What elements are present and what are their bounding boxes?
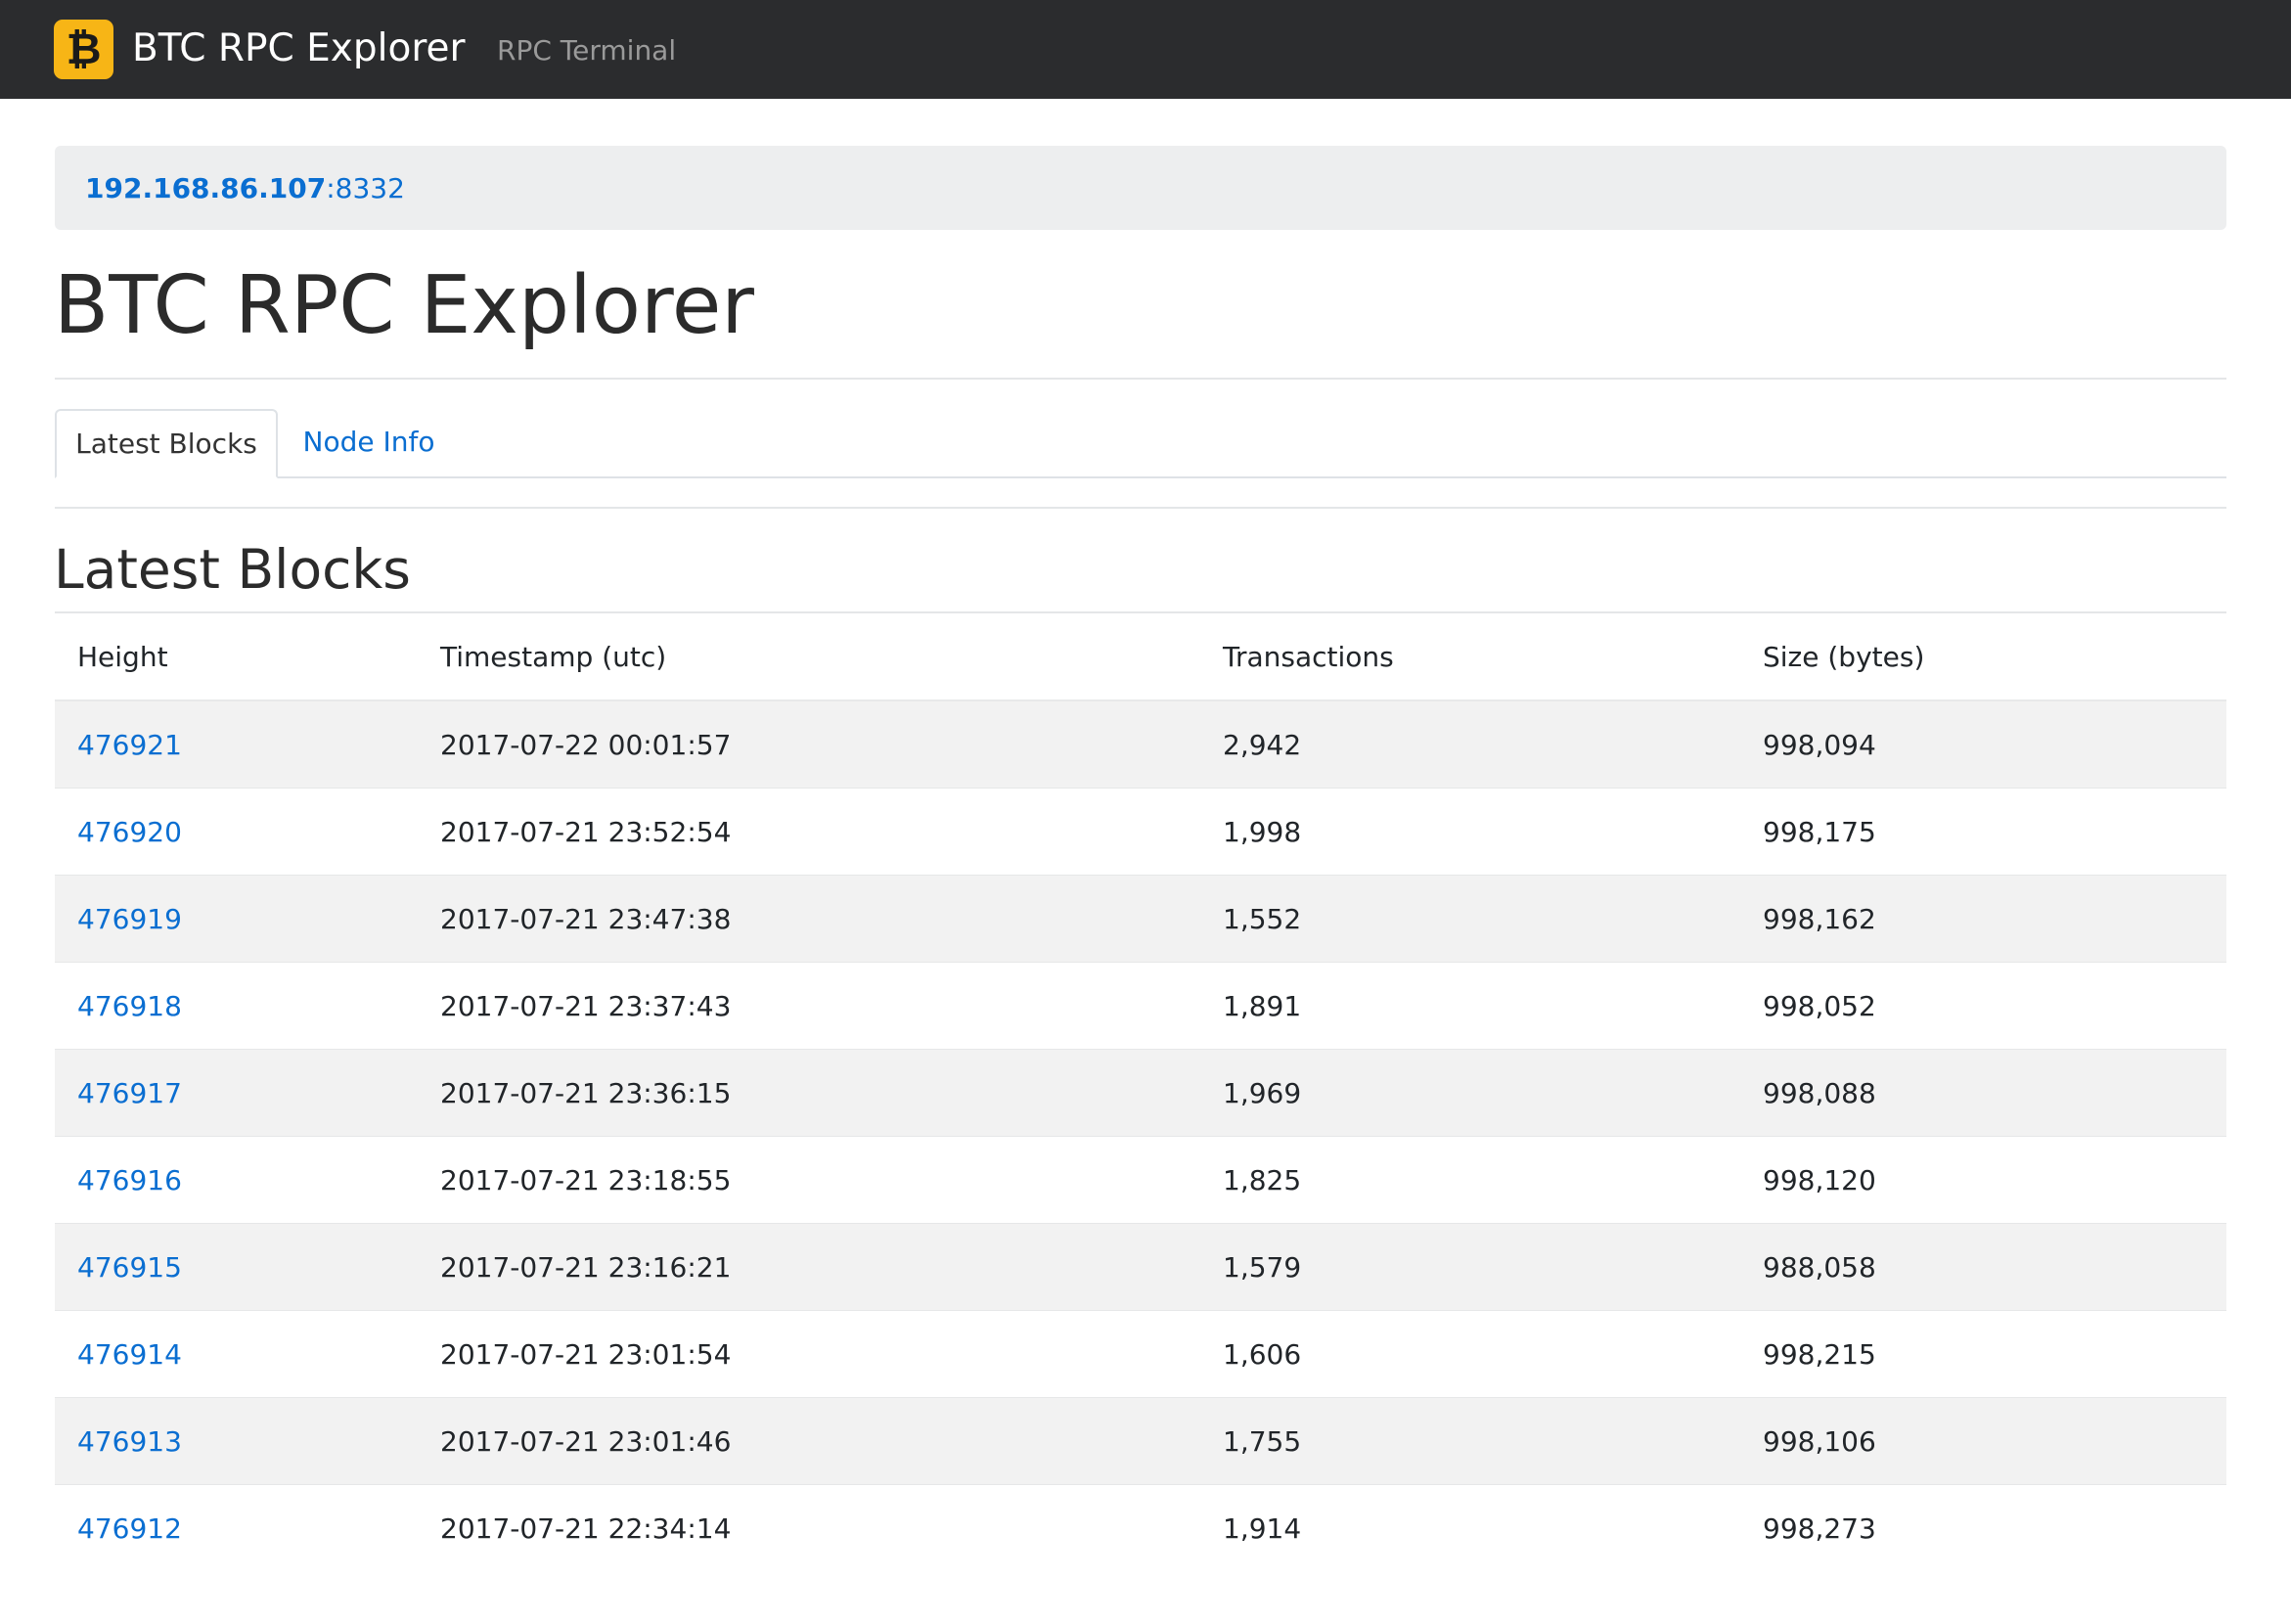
tab-node-info[interactable]: Node Info xyxy=(278,409,460,476)
node-address-link[interactable]: 192.168.86.107:8332 xyxy=(85,172,405,205)
cell-size: 998,088 xyxy=(1740,1049,2226,1137)
cell-timestamp: 2017-07-21 23:01:54 xyxy=(418,1310,1200,1398)
nav-link-rpc-terminal[interactable]: RPC Terminal xyxy=(497,33,676,68)
block-height-link[interactable]: 476913 xyxy=(77,1425,182,1458)
cell-size: 998,094 xyxy=(1740,699,2226,789)
table-row: 476915 2017-07-21 23:16:21 1,579 988,058 xyxy=(55,1223,2226,1311)
cell-timestamp: 2017-07-21 23:47:38 xyxy=(418,875,1200,963)
table-row: 476912 2017-07-21 22:34:14 1,914 998,273 xyxy=(55,1484,2226,1571)
cell-height: 476913 xyxy=(55,1397,418,1485)
block-height-link[interactable]: 476916 xyxy=(77,1164,182,1196)
node-port: :8332 xyxy=(326,172,405,204)
tab-bar: Latest Blocks Node Info xyxy=(55,409,2226,478)
table-row: 476919 2017-07-21 23:47:38 1,552 998,162 xyxy=(55,875,2226,963)
cell-timestamp: 2017-07-21 23:01:46 xyxy=(418,1397,1200,1485)
block-height-link[interactable]: 476917 xyxy=(77,1077,182,1109)
cell-transactions: 1,914 xyxy=(1200,1484,1740,1571)
cell-transactions: 2,942 xyxy=(1200,699,1740,789)
cell-height: 476918 xyxy=(55,962,418,1050)
column-header-height: Height xyxy=(55,613,418,701)
cell-size: 998,162 xyxy=(1740,875,2226,963)
node-address-bar: 192.168.86.107:8332 xyxy=(55,146,2226,230)
table-row: 476920 2017-07-21 23:52:54 1,998 998,175 xyxy=(55,788,2226,876)
cell-transactions: 1,825 xyxy=(1200,1136,1740,1224)
block-height-link[interactable]: 476918 xyxy=(77,990,182,1022)
cell-height: 476912 xyxy=(55,1484,418,1571)
cell-transactions: 1,969 xyxy=(1200,1049,1740,1137)
cell-height: 476916 xyxy=(55,1136,418,1224)
cell-size: 998,106 xyxy=(1740,1397,2226,1485)
block-height-link[interactable]: 476915 xyxy=(77,1251,182,1284)
table-row: 476914 2017-07-21 23:01:54 1,606 998,215 xyxy=(55,1310,2226,1398)
cell-transactions: 1,998 xyxy=(1200,788,1740,876)
table-row: 476921 2017-07-22 00:01:57 2,942 998,094 xyxy=(55,699,2226,789)
block-height-link[interactable]: 476919 xyxy=(77,903,182,935)
table-row: 476917 2017-07-21 23:36:15 1,969 998,088 xyxy=(55,1049,2226,1137)
column-header-timestamp: Timestamp (utc) xyxy=(418,613,1200,701)
cell-transactions: 1,579 xyxy=(1200,1223,1740,1311)
cell-transactions: 1,755 xyxy=(1200,1397,1740,1485)
column-header-transactions: Transactions xyxy=(1200,613,1740,701)
cell-height: 476921 xyxy=(55,699,418,789)
latest-blocks-table: Height Timestamp (utc) Transactions Size… xyxy=(55,613,2226,1571)
node-host: 192.168.86.107 xyxy=(85,172,327,204)
cell-height: 476920 xyxy=(55,788,418,876)
cell-transactions: 1,606 xyxy=(1200,1310,1740,1398)
cell-timestamp: 2017-07-22 00:01:57 xyxy=(418,699,1200,789)
cell-size: 998,215 xyxy=(1740,1310,2226,1398)
cell-transactions: 1,552 xyxy=(1200,875,1740,963)
top-navbar: ₿ BTC RPC Explorer RPC Terminal xyxy=(0,0,2291,99)
section-title: Latest Blocks xyxy=(54,538,411,601)
column-header-size: Size (bytes) xyxy=(1740,613,2226,701)
page-title: BTC RPC Explorer xyxy=(54,259,755,352)
cell-size: 998,052 xyxy=(1740,962,2226,1050)
bitcoin-icon[interactable]: ₿ xyxy=(54,20,113,79)
block-height-link[interactable]: 476921 xyxy=(77,729,182,761)
cell-timestamp: 2017-07-21 23:36:15 xyxy=(418,1049,1200,1137)
table-header-row: Height Timestamp (utc) Transactions Size… xyxy=(55,613,2226,701)
cell-timestamp: 2017-07-21 22:34:14 xyxy=(418,1484,1200,1571)
cell-timestamp: 2017-07-21 23:16:21 xyxy=(418,1223,1200,1311)
table-row: 476916 2017-07-21 23:18:55 1,825 998,120 xyxy=(55,1136,2226,1224)
cell-height: 476917 xyxy=(55,1049,418,1137)
cell-size: 998,120 xyxy=(1740,1136,2226,1224)
title-divider xyxy=(55,378,2226,380)
block-height-link[interactable]: 476912 xyxy=(77,1512,182,1545)
cell-size: 988,058 xyxy=(1740,1223,2226,1311)
cell-height: 476915 xyxy=(55,1223,418,1311)
brand-link[interactable]: BTC RPC Explorer xyxy=(132,23,466,74)
cell-height: 476914 xyxy=(55,1310,418,1398)
cell-timestamp: 2017-07-21 23:18:55 xyxy=(418,1136,1200,1224)
block-height-link[interactable]: 476914 xyxy=(77,1338,182,1371)
tab-content-divider xyxy=(55,507,2226,509)
table-body: 476921 2017-07-22 00:01:57 2,942 998,094 476… xyxy=(55,699,2226,1571)
cell-height: 476919 xyxy=(55,875,418,963)
table-row: 476913 2017-07-21 23:01:46 1,755 998,106 xyxy=(55,1397,2226,1485)
block-height-link[interactable]: 476920 xyxy=(77,816,182,848)
table-row: 476918 2017-07-21 23:37:43 1,891 998,052 xyxy=(55,962,2226,1050)
cell-size: 998,175 xyxy=(1740,788,2226,876)
cell-size: 998,273 xyxy=(1740,1484,2226,1571)
tab-latest-blocks[interactable]: Latest Blocks xyxy=(55,409,278,478)
cell-timestamp: 2017-07-21 23:52:54 xyxy=(418,788,1200,876)
cell-transactions: 1,891 xyxy=(1200,962,1740,1050)
bitcoin-logo-glyph: ₿ xyxy=(66,24,102,74)
cell-timestamp: 2017-07-21 23:37:43 xyxy=(418,962,1200,1050)
